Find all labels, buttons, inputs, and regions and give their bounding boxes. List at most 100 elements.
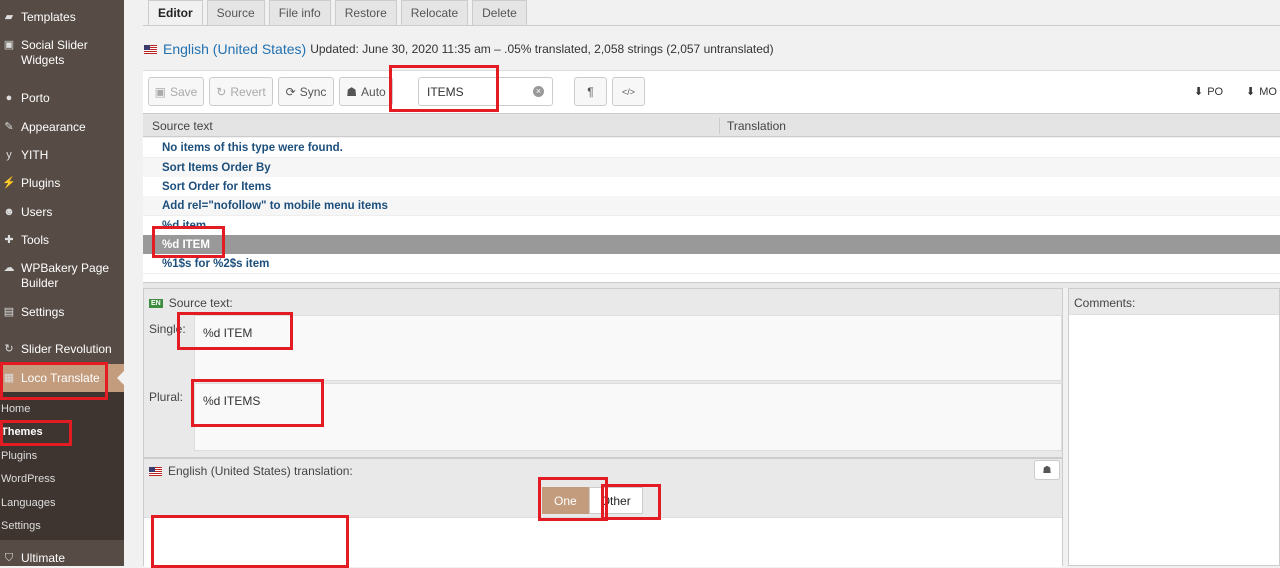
submenu-plugins[interactable]: Plugins — [1, 450, 37, 462]
translation-column-header[interactable]: Translation — [727, 119, 786, 133]
sidebar-item-wpbakery[interactable]: ☁ WPBakery Page Builder — [0, 261, 124, 291]
save-button[interactable]: ▣ Save — [148, 77, 204, 106]
download-po-button[interactable]: ⬇ PO — [1194, 85, 1223, 99]
sidebar-item-tools[interactable]: ✚ Tools — [0, 233, 124, 248]
list-item[interactable]: No items of this type were found. — [143, 138, 1280, 158]
submenu-home[interactable]: Home — [1, 403, 30, 415]
sidebar-item-slider-revolution[interactable]: ↻ Slider Revolution — [0, 342, 124, 357]
file-meta: Updated: June 30, 2020 11:35 am – .05% t… — [310, 42, 774, 56]
sidebar-item-label: Porto — [21, 91, 50, 105]
tab-restore[interactable]: Restore — [334, 0, 397, 25]
clear-search-icon[interactable]: × — [533, 86, 544, 97]
sidebar-item-label: WPBakery Page Builder — [21, 261, 110, 290]
en-badge: EN — [149, 298, 163, 308]
invisibles-button[interactable]: ¶ — [574, 77, 607, 106]
slider-icon: ▣ — [3, 38, 15, 51]
list-item[interactable]: Sort Items Order By — [143, 158, 1280, 178]
sidebar-item-label: YITH — [21, 148, 49, 162]
list-item-selected[interactable]: %d ITEM — [143, 235, 1280, 255]
download-icon: ⬇ — [1246, 86, 1256, 98]
robot-icon: ☗ — [1042, 464, 1052, 476]
translation-panel-header: English (United States) translation: — [149, 464, 353, 478]
source-column-header[interactable]: Source text — [152, 119, 213, 133]
sidebar-item-label: Slider Revolution — [21, 342, 112, 356]
translate-icon: ▦ — [3, 371, 15, 384]
porto-icon: ● — [5, 91, 13, 104]
list-item[interactable]: Sort Order for Items — [143, 177, 1280, 197]
robot-icon: ☗ — [346, 84, 358, 99]
sidebar-item-label: Loco Translate — [21, 370, 100, 385]
loco-submenu: Home Themes Plugins WordPress Languages … — [0, 392, 124, 540]
sidebar-item-social-slider[interactable]: ▣ Social Slider Widgets — [0, 38, 124, 68]
active-arrow — [117, 371, 124, 385]
tab-file-info[interactable]: File info — [268, 0, 331, 25]
save-icon: ▣ — [154, 84, 166, 99]
submenu-settings[interactable]: Settings — [1, 520, 41, 532]
auto-button[interactable]: ☗ Auto — [339, 77, 393, 106]
single-source-field: %d ITEM — [194, 315, 1062, 381]
sidebar-item-label: Plugins — [21, 176, 61, 190]
plural-tab-other[interactable]: Other — [588, 487, 643, 514]
revert-icon: ↻ — [216, 84, 227, 99]
list-item[interactable]: %d item — [143, 216, 1280, 236]
editor-tabs: Editor Source File info Restore Relocate… — [148, 0, 531, 25]
refresh-icon: ↻ — [4, 342, 14, 355]
sidebar-item-users[interactable]: ☻ Users — [0, 205, 124, 220]
sidebar-item-label: Appearance — [21, 120, 86, 134]
search-input[interactable]: ITEMS × — [418, 77, 553, 106]
sidebar-item-porto[interactable]: ● Porto — [0, 91, 124, 106]
sidebar-item-yith[interactable]: y YITH — [0, 148, 124, 163]
code-view-button[interactable]: </> — [612, 77, 645, 106]
sidebar-item-appearance[interactable]: ✎ Appearance — [0, 120, 124, 135]
tab-delete[interactable]: Delete — [472, 0, 527, 25]
translation-textarea[interactable] — [144, 517, 1062, 567]
source-panel: EN Source text: Single: %d ITEM Plural: %… — [143, 288, 1063, 458]
comments-header: Comments: — [1069, 289, 1279, 315]
file-header: English (United States) Updated: June 30… — [144, 41, 774, 57]
download-icon: ⬇ — [1194, 86, 1204, 98]
sidebar-item-ultimate[interactable]: ⛉ Ultimate — [0, 551, 124, 566]
editor-toolbar: ▣ Save ↻ Revert ⟳ Sync ☗ Auto ITEMS × ¶ </> ⬇… — [143, 70, 1280, 113]
sidebar-item-templates[interactable]: ▰ Templates — [0, 10, 124, 25]
sidebar-item-label: Settings — [21, 305, 65, 319]
revert-button[interactable]: ↻ Revert — [209, 77, 273, 106]
plural-tab-one[interactable]: One — [542, 487, 589, 514]
language-link[interactable]: English (United States) — [163, 41, 306, 57]
admin-sidebar: ▰ Templates ▣ Social Slider Widgets ● Porto… — [0, 0, 124, 566]
list-header: Source text Translation — [143, 113, 1280, 137]
column-divider[interactable] — [719, 118, 720, 134]
list-item[interactable]: %1$s for %2$s item — [143, 254, 1280, 274]
sidebar-item-plugins[interactable]: ⚡ Plugins — [0, 176, 124, 191]
tab-relocate[interactable]: Relocate — [400, 0, 469, 25]
brush-icon: ✎ — [4, 120, 14, 133]
sidebar-item-label: Templates — [21, 10, 76, 24]
tab-source[interactable]: Source — [206, 0, 265, 25]
submenu-themes[interactable]: Themes — [1, 426, 43, 438]
us-flag-icon — [149, 466, 162, 476]
code-icon: </> — [621, 86, 635, 97]
comments-panel: Comments: — [1068, 288, 1280, 566]
settings-icon: ▤ — [3, 305, 15, 318]
sync-button[interactable]: ⟳ Sync — [278, 77, 334, 106]
tab-divider — [143, 25, 1280, 26]
tab-editor[interactable]: Editor — [148, 0, 203, 25]
yith-icon: y — [6, 148, 12, 161]
us-flag-icon — [144, 44, 157, 54]
download-mo-button[interactable]: ⬇ MO — [1246, 85, 1277, 99]
sidebar-item-settings[interactable]: ▤ Settings — [0, 305, 124, 320]
folder-icon: ▰ — [4, 10, 14, 23]
translation-panel: English (United States) translation: ☗ O… — [143, 458, 1063, 567]
source-panel-header: EN Source text: — [149, 296, 233, 310]
submenu-wordpress[interactable]: WordPress — [1, 473, 55, 485]
pilcrow-icon: ¶ — [587, 84, 594, 99]
submenu-languages[interactable]: Languages — [1, 497, 55, 509]
plural-form-tabs: One Other — [542, 487, 643, 514]
wpbakery-icon: ☁ — [3, 261, 15, 274]
sidebar-item-label: Ultimate — [21, 551, 66, 565]
users-icon: ☻ — [3, 205, 15, 218]
sidebar-item-loco-translate[interactable]: ▦ Loco Translate — [0, 364, 124, 392]
single-label: Single: — [149, 322, 186, 336]
strings-list: No items of this type were found. Sort I… — [143, 138, 1280, 282]
auto-translate-button[interactable]: ☗ — [1034, 460, 1060, 480]
list-item[interactable]: Add rel="nofollow" to mobile menu items — [143, 196, 1280, 216]
